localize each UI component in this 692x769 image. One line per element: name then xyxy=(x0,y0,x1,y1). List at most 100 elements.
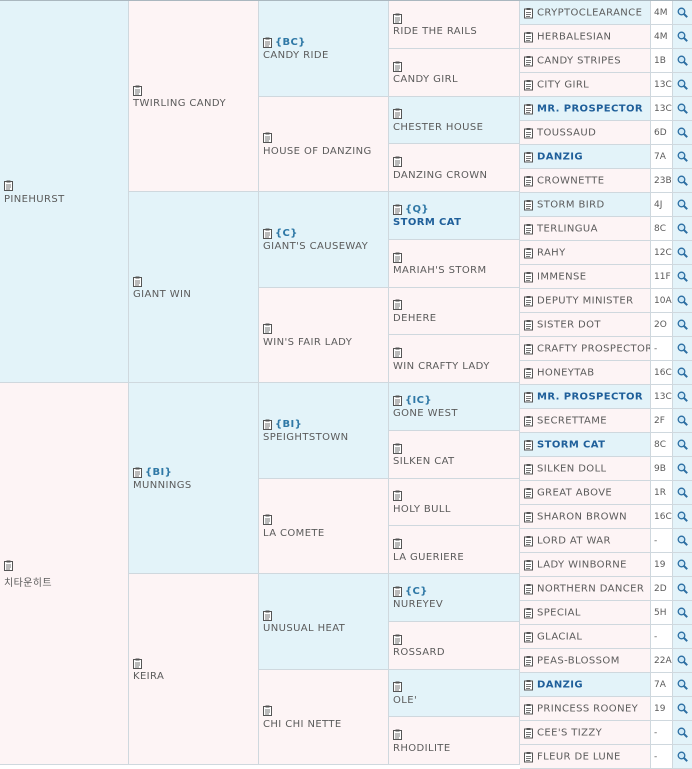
clipboard-icon[interactable] xyxy=(524,679,533,690)
ancestor-name-link[interactable]: RAHY xyxy=(537,247,566,258)
ancestor-name-link[interactable]: LORD AT WAR xyxy=(537,535,611,546)
ancestor-name-link[interactable]: HERBALESIAN xyxy=(537,31,611,42)
magnifier-icon[interactable] xyxy=(677,631,688,642)
search-button[interactable] xyxy=(673,289,692,313)
magnifier-icon[interactable] xyxy=(677,175,688,186)
ancestor-name-link[interactable]: PEAS-BLOSSOM xyxy=(537,655,620,666)
magnifier-icon[interactable] xyxy=(677,655,688,666)
ancestor-name-link[interactable]: DANZING CROWN xyxy=(393,170,517,181)
search-button[interactable] xyxy=(673,433,692,457)
magnifier-icon[interactable] xyxy=(677,79,688,90)
search-button[interactable] xyxy=(673,577,692,601)
search-button[interactable] xyxy=(673,241,692,265)
search-button[interactable] xyxy=(673,169,692,193)
ancestor-name-link[interactable]: HOUSE OF DANZING xyxy=(263,146,386,157)
search-button[interactable] xyxy=(673,313,692,337)
ancestor-name-link[interactable]: CHESTER HOUSE xyxy=(393,122,517,133)
ancestor-name-link[interactable]: SILKEN DOLL xyxy=(537,463,607,474)
clipboard-icon[interactable] xyxy=(263,610,272,621)
clipboard-icon[interactable] xyxy=(524,655,533,666)
ancestor-name-link[interactable]: CRAFTY PROSPECTOR xyxy=(537,343,650,354)
magnifier-icon[interactable] xyxy=(677,439,688,450)
ancestor-name-link[interactable]: LA GUERIERE xyxy=(393,552,517,563)
search-button[interactable] xyxy=(673,337,692,361)
clipboard-icon[interactable] xyxy=(524,391,533,402)
clipboard-icon[interactable] xyxy=(133,467,142,478)
clipboard-icon[interactable] xyxy=(263,323,272,334)
ancestor-name-link[interactable]: LADY WINBORNE xyxy=(537,559,627,570)
magnifier-icon[interactable] xyxy=(677,343,688,354)
magnifier-icon[interactable] xyxy=(677,127,688,138)
magnifier-icon[interactable] xyxy=(677,223,688,234)
ancestor-name-link[interactable]: KEIRA xyxy=(133,671,256,682)
clipboard-icon[interactable] xyxy=(393,490,402,501)
ancestor-name-link[interactable]: OLE' xyxy=(393,695,517,706)
clipboard-icon[interactable] xyxy=(524,343,533,354)
ancestor-name-link[interactable]: NORTHERN DANCER xyxy=(537,583,644,594)
search-button[interactable] xyxy=(673,73,692,97)
magnifier-icon[interactable] xyxy=(677,559,688,570)
clipboard-icon[interactable] xyxy=(524,367,533,378)
clipboard-icon[interactable] xyxy=(524,583,533,594)
clipboard-icon[interactable] xyxy=(263,132,272,143)
search-button[interactable] xyxy=(673,745,692,769)
clipboard-icon[interactable] xyxy=(393,204,402,215)
magnifier-icon[interactable] xyxy=(677,727,688,738)
clipboard-icon[interactable] xyxy=(524,751,533,762)
ancestor-name-link[interactable]: GLACIAL xyxy=(537,631,582,642)
magnifier-icon[interactable] xyxy=(677,583,688,594)
ancestor-name-link[interactable]: TERLINGUA xyxy=(537,223,598,234)
clipboard-icon[interactable] xyxy=(393,395,402,406)
search-button[interactable] xyxy=(673,1,692,25)
clipboard-icon[interactable] xyxy=(393,586,402,597)
clipboard-icon[interactable] xyxy=(524,271,533,282)
magnifier-icon[interactable] xyxy=(677,391,688,402)
magnifier-icon[interactable] xyxy=(677,607,688,618)
clipboard-icon[interactable] xyxy=(393,347,402,358)
clipboard-icon[interactable] xyxy=(524,319,533,330)
ancestor-name-link[interactable]: 치타운히트 xyxy=(4,574,126,589)
ancestor-name-link[interactable]: MR. PROSPECTOR xyxy=(537,391,643,402)
ancestor-name-link[interactable]: WIN CRAFTY LADY xyxy=(393,361,517,372)
ancestor-name-link[interactable]: CITY GIRL xyxy=(537,79,589,90)
magnifier-icon[interactable] xyxy=(677,319,688,330)
ancestor-name-link[interactable]: CANDY RIDE xyxy=(263,50,386,61)
search-button[interactable] xyxy=(673,505,692,529)
search-button[interactable] xyxy=(673,49,692,73)
magnifier-icon[interactable] xyxy=(677,415,688,426)
ancestor-name-link[interactable]: SPECIAL xyxy=(537,607,581,618)
ancestor-name-link[interactable]: HONEYTAB xyxy=(537,367,595,378)
ancestor-name-link[interactable]: SILKEN CAT xyxy=(393,456,517,467)
ancestor-name-link[interactable]: TOUSSAUD xyxy=(537,127,596,138)
clipboard-icon[interactable] xyxy=(133,658,142,669)
search-button[interactable] xyxy=(673,697,692,721)
clipboard-icon[interactable] xyxy=(263,37,272,48)
clipboard-icon[interactable] xyxy=(133,85,142,96)
ancestor-name-link[interactable]: DEPUTY MINISTER xyxy=(537,295,634,306)
clipboard-icon[interactable] xyxy=(524,631,533,642)
search-button[interactable] xyxy=(673,217,692,241)
clipboard-icon[interactable] xyxy=(524,439,533,450)
ancestor-name-link[interactable]: DEHERE xyxy=(393,313,517,324)
magnifier-icon[interactable] xyxy=(677,463,688,474)
clipboard-icon[interactable] xyxy=(524,247,533,258)
ancestor-name-link[interactable]: RHODILITE xyxy=(393,743,517,754)
ancestor-name-link[interactable]: CEE'S TIZZY xyxy=(537,727,602,738)
ancestor-name-link[interactable]: PINEHURST xyxy=(4,194,126,205)
clipboard-icon[interactable] xyxy=(393,681,402,692)
clipboard-icon[interactable] xyxy=(263,705,272,716)
ancestor-name-link[interactable]: CROWNETTE xyxy=(537,175,604,186)
search-button[interactable] xyxy=(673,601,692,625)
ancestor-name-link[interactable]: DANZIG xyxy=(537,151,583,162)
ancestor-name-link[interactable]: HOLY BULL xyxy=(393,504,517,515)
clipboard-icon[interactable] xyxy=(393,61,402,72)
search-button[interactable] xyxy=(673,121,692,145)
search-button[interactable] xyxy=(673,361,692,385)
clipboard-icon[interactable] xyxy=(524,79,533,90)
ancestor-name-link[interactable]: ROSSARD xyxy=(393,647,517,658)
magnifier-icon[interactable] xyxy=(677,679,688,690)
clipboard-icon[interactable] xyxy=(4,560,13,571)
magnifier-icon[interactable] xyxy=(677,199,688,210)
magnifier-icon[interactable] xyxy=(677,703,688,714)
ancestor-name-link[interactable]: CHI CHI NETTE xyxy=(263,719,386,730)
